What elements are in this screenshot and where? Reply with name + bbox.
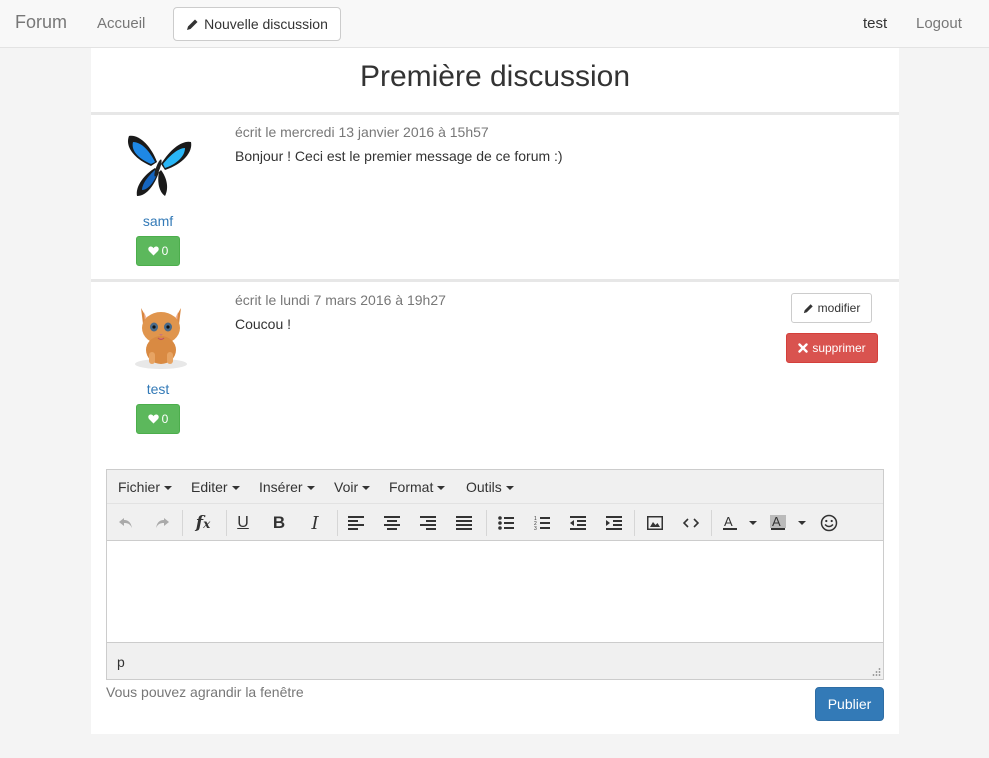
edit-post-button[interactable]: modifier [791, 293, 872, 323]
brand-link[interactable]: Forum [15, 12, 67, 33]
post-meta: écrit le lundi 7 mars 2016 à 19h27 [235, 292, 446, 308]
like-count: 0 [161, 412, 169, 426]
rich-text-editor: Fichier Editer Insérer Voir Format Outil… [106, 469, 884, 680]
underline-icon[interactable]: U [230, 510, 256, 536]
clear-format-icon[interactable]: fx [190, 510, 216, 536]
outdent-icon[interactable] [565, 510, 591, 536]
editor-content-area[interactable] [107, 541, 883, 642]
pencil-icon [187, 19, 198, 30]
align-left-icon[interactable] [343, 510, 369, 536]
like-count: 0 [161, 244, 169, 258]
post-meta: écrit le mercredi 13 janvier 2016 à 15h5… [235, 124, 489, 140]
kitten-avatar [135, 308, 187, 369]
align-center-icon[interactable] [379, 510, 405, 536]
delete-post-button[interactable]: supprimer [786, 333, 878, 363]
menu-editer[interactable]: Editer [191, 479, 240, 495]
element-path[interactable]: p [117, 654, 125, 670]
text-color-dropdown[interactable] [749, 521, 757, 525]
pencil-icon [803, 303, 813, 313]
divider [91, 112, 899, 115]
code-icon[interactable] [678, 510, 704, 536]
divider [91, 279, 899, 282]
svg-text:3: 3 [534, 526, 537, 530]
heart-icon [147, 414, 159, 424]
publish-button[interactable]: Publier [815, 687, 884, 721]
new-discussion-label: Nouvelle discussion [204, 16, 328, 32]
delete-label: supprimer [812, 341, 866, 355]
emoticon-icon[interactable] [816, 510, 842, 536]
editor-statusbar: p [107, 642, 883, 679]
numbered-list-icon[interactable]: 123 [529, 510, 555, 536]
new-discussion-button[interactable]: Nouvelle discussion [173, 7, 341, 41]
italic-icon[interactable]: I [302, 510, 328, 536]
background-color-dropdown[interactable] [798, 521, 806, 525]
image-icon[interactable] [642, 510, 668, 536]
indent-icon[interactable] [601, 510, 627, 536]
discussion-title: Première discussion [359, 60, 631, 93]
menu-outils[interactable]: Outils [466, 479, 514, 495]
bold-icon[interactable]: B [266, 510, 292, 536]
like-button[interactable]: 0 [136, 404, 180, 434]
align-justify-icon[interactable] [451, 510, 477, 536]
editor-menubar: Fichier Editer Insérer Voir Format Outil… [107, 470, 883, 504]
menu-inserer[interactable]: Insérer [259, 479, 315, 495]
navbar: Forum Accueil Nouvelle discussion test L… [0, 0, 989, 48]
close-icon [798, 343, 809, 353]
post-author-link[interactable]: samf [91, 213, 225, 229]
resize-hint: Vous pouvez agrandir la fenêtre [106, 684, 304, 700]
text-color-icon[interactable]: A [717, 510, 743, 536]
post-message: Bonjour ! Ceci est le premier message de… [235, 148, 563, 164]
background-color-icon[interactable]: A [765, 510, 791, 536]
resize-handle-icon[interactable] [871, 667, 881, 677]
svg-text:A: A [772, 515, 781, 529]
align-right-icon[interactable] [415, 510, 441, 536]
discussion-panel: Première discussion samf 0 écrit le merc… [91, 48, 899, 734]
editor-toolbar: fx U B I 1 2 3 A A [107, 504, 883, 541]
nav-home-link[interactable]: Accueil [97, 15, 145, 32]
menu-format[interactable]: Format [389, 479, 446, 495]
logout-link[interactable]: Logout [916, 15, 962, 32]
menu-fichier[interactable]: Fichier [118, 479, 173, 495]
svg-text:A: A [724, 515, 733, 529]
post-message: Coucou ! [235, 316, 292, 332]
bullet-list-icon[interactable] [493, 510, 519, 536]
butterfly-avatar [127, 135, 192, 196]
heart-icon [147, 246, 159, 256]
like-button[interactable]: 0 [136, 236, 180, 266]
undo-icon[interactable] [113, 510, 139, 536]
redo-icon[interactable] [149, 510, 175, 536]
post-author-link[interactable]: test [91, 381, 225, 397]
current-user-link[interactable]: test [863, 15, 887, 32]
edit-label: modifier [817, 301, 861, 315]
menu-voir[interactable]: Voir [334, 479, 371, 495]
